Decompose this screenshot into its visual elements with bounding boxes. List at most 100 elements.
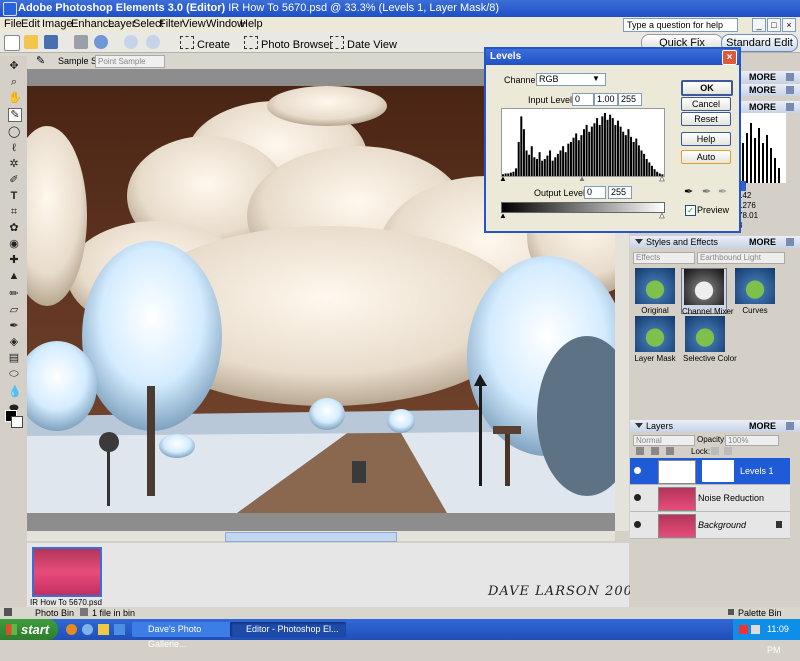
lasso-tool-icon[interactable]: ℓ xyxy=(8,142,20,154)
cancel-button[interactable]: Cancel xyxy=(681,97,731,111)
input-black-field[interactable]: 0 xyxy=(572,93,594,106)
visibility-eye-icon[interactable] xyxy=(634,494,641,501)
cookie-cutter-tool-icon[interactable]: ✿ xyxy=(8,222,20,234)
collapse-icon[interactable] xyxy=(786,103,794,111)
photo-bin-label[interactable]: Photo Bin xyxy=(35,608,74,618)
tray-icon-1[interactable] xyxy=(739,625,748,634)
type-tool-icon[interactable]: T xyxy=(8,190,20,202)
input-white-field[interactable]: 255 xyxy=(618,93,642,106)
help-button[interactable]: Help xyxy=(681,132,731,146)
redo-icon[interactable] xyxy=(146,35,160,49)
effect-original[interactable]: Original xyxy=(633,268,677,315)
maximize-icon[interactable]: □ xyxy=(767,18,781,32)
visibility-eye-icon[interactable] xyxy=(634,521,641,528)
menu-edit[interactable]: Edit xyxy=(21,18,40,30)
more-button[interactable]: MORE xyxy=(749,420,776,432)
menu-filter[interactable]: Filter xyxy=(159,18,183,30)
eyedropper-tool-icon[interactable]: ✎ xyxy=(8,108,22,122)
black-eyedropper-icon[interactable]: ✒ xyxy=(684,185,693,198)
zoom-tool-icon[interactable]: ⌕ xyxy=(8,76,20,88)
background-color-swatch[interactable] xyxy=(11,416,23,428)
input-gamma-field[interactable]: 1.00 xyxy=(594,93,618,106)
effects-type-select[interactable]: Effects xyxy=(633,252,695,264)
layer-noise-reduction[interactable]: Noise Reduction xyxy=(630,485,790,512)
menu-layer[interactable]: Layer xyxy=(108,18,136,30)
visibility-eye-icon[interactable] xyxy=(634,467,641,474)
clone-stamp-tool-icon[interactable]: ▲ xyxy=(8,270,20,282)
preview-checkbox[interactable]: ✓ xyxy=(685,205,696,216)
white-point-slider[interactable]: ▲ xyxy=(658,174,666,184)
output-black-field[interactable]: 0 xyxy=(584,186,606,199)
effect-layer-mask[interactable]: Layer Mask xyxy=(633,316,677,363)
open-folder-icon[interactable] xyxy=(24,35,38,49)
levels-title-bar[interactable]: Levels × xyxy=(486,49,739,65)
new-layer-icon[interactable] xyxy=(636,447,644,455)
marquee-tool-icon[interactable]: ◯ xyxy=(8,126,20,138)
gradient-tool-icon[interactable]: ▤ xyxy=(8,352,20,364)
more-button[interactable]: MORE xyxy=(749,84,776,96)
minimize-icon[interactable]: _ xyxy=(752,18,766,32)
task-photo-gallery[interactable]: Dave's Photo Gallerie... xyxy=(132,622,240,649)
blend-mode-select[interactable]: Normal xyxy=(633,435,695,446)
effect-selective-color[interactable]: Selective Color xyxy=(683,316,737,363)
gray-eyedropper-icon[interactable]: ✒ xyxy=(702,185,711,198)
photo-bin-toggle-icon[interactable] xyxy=(4,608,12,616)
shape-tool-icon[interactable]: ⬭ xyxy=(8,368,20,380)
paint-bucket-tool-icon[interactable]: ◈ xyxy=(8,336,20,348)
expand-triangle-icon[interactable] xyxy=(635,239,643,244)
eyedropper-tool-icon[interactable]: ✎ xyxy=(36,55,48,67)
adjustment-layer-icon[interactable] xyxy=(651,447,659,455)
create-button[interactable]: Create xyxy=(180,36,230,51)
hand-tool-icon[interactable]: ✋ xyxy=(8,92,22,104)
sample-size-select[interactable]: Point Sample xyxy=(95,55,165,68)
start-button[interactable]: start xyxy=(0,619,58,640)
brush-tool-icon[interactable]: ✒ xyxy=(8,320,20,332)
red-eye-tool-icon[interactable]: ◉ xyxy=(8,238,20,250)
more-button[interactable]: MORE xyxy=(749,101,776,113)
move-tool-icon[interactable]: ✥ xyxy=(8,60,20,72)
chevron-down-icon[interactable]: ▼ xyxy=(592,74,600,83)
output-white-field[interactable]: 255 xyxy=(608,186,632,199)
collapse-icon[interactable] xyxy=(786,86,794,94)
more-button[interactable]: MORE xyxy=(749,236,776,248)
output-white-slider[interactable]: ▲ xyxy=(658,211,666,221)
magic-wand-tool-icon[interactable]: ✲ xyxy=(8,158,20,170)
online-services-icon[interactable] xyxy=(94,35,108,49)
output-black-slider[interactable]: ▲ xyxy=(499,211,507,220)
firefox-icon[interactable] xyxy=(66,624,77,635)
white-eyedropper-icon[interactable]: ✒ xyxy=(718,185,727,198)
delete-layer-icon[interactable] xyxy=(666,447,674,455)
black-point-slider[interactable]: ▲ xyxy=(499,174,507,183)
photo-bin-thumbnail[interactable] xyxy=(32,547,102,597)
close-icon[interactable]: × xyxy=(782,18,796,32)
expand-triangle-icon[interactable] xyxy=(635,423,643,428)
ie-icon[interactable] xyxy=(82,624,93,635)
lock-all-icon[interactable] xyxy=(724,447,732,455)
layer-background[interactable]: Background xyxy=(630,512,790,539)
date-view-button[interactable]: Date View xyxy=(330,36,397,51)
task-photoshop-editor[interactable]: Editor - Photoshop El... xyxy=(230,622,346,637)
lock-transparent-icon[interactable] xyxy=(711,447,719,455)
menu-file[interactable]: File xyxy=(4,18,22,30)
effects-category-select[interactable]: Earthbound Light xyxy=(697,252,785,264)
eraser-tool-icon[interactable]: ▱ xyxy=(8,304,20,316)
opacity-field[interactable]: 100% xyxy=(725,435,779,446)
blur-tool-icon[interactable]: 💧 xyxy=(8,386,22,398)
undo-icon[interactable] xyxy=(124,35,138,49)
more-button[interactable]: MORE xyxy=(749,71,776,83)
ok-button[interactable]: OK xyxy=(681,80,733,96)
auto-button[interactable]: Auto xyxy=(681,150,731,164)
close-icon[interactable]: × xyxy=(722,50,737,65)
tray-icon-2[interactable] xyxy=(751,625,760,634)
collapse-icon[interactable] xyxy=(786,73,794,81)
menu-help[interactable]: Help xyxy=(240,18,263,30)
desktop-icon[interactable] xyxy=(114,624,125,635)
reset-button[interactable]: Reset xyxy=(681,112,731,126)
collapse-icon[interactable] xyxy=(786,238,794,246)
palette-bin-toggle-icon[interactable] xyxy=(728,609,734,615)
layers-header[interactable]: Layers MORE xyxy=(630,420,800,432)
palette-bin-label[interactable]: Palette Bin xyxy=(738,608,782,618)
healing-brush-tool-icon[interactable]: ✚ xyxy=(8,254,20,266)
pencil-tool-icon[interactable]: ✏ xyxy=(8,288,20,300)
print-icon[interactable] xyxy=(74,35,88,49)
